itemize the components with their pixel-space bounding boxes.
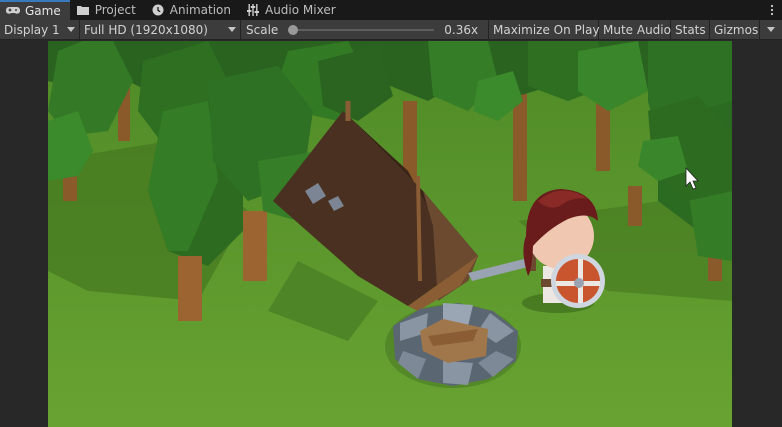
gizmos-toggle[interactable]: Gizmos: [710, 20, 760, 39]
game-scene-image: [48, 41, 732, 427]
gizmos-label: Gizmos: [714, 22, 759, 37]
tab-animation[interactable]: Animation: [145, 0, 240, 20]
scale-slider[interactable]: [288, 24, 435, 36]
tab-audio-mixer-label: Audio Mixer: [264, 3, 336, 17]
stats-label: Stats: [675, 22, 706, 37]
scale-control: Scale 0.36x: [241, 20, 489, 39]
scale-slider-thumb[interactable]: [288, 24, 299, 35]
tab-audio-mixer[interactable]: Audio Mixer: [240, 0, 345, 20]
chevron-down-icon: [228, 27, 236, 32]
resolution-dropdown[interactable]: Full HD (1920x1080): [80, 20, 241, 39]
resolution-dropdown-value: Full HD (1920x1080): [84, 22, 208, 37]
chevron-down-icon: [766, 27, 775, 32]
game-render[interactable]: [48, 41, 732, 427]
sliders-icon: [246, 3, 260, 17]
tab-project-label: Project: [94, 3, 136, 17]
game-view-toolbar: Display 1 Full HD (1920x1080) Scale 0.36…: [0, 20, 782, 40]
game-viewport[interactable]: [0, 41, 782, 427]
scale-value: 0.36x: [444, 22, 479, 37]
gamepad-icon: [6, 4, 20, 18]
mute-audio-toggle[interactable]: Mute Audio: [599, 20, 671, 39]
clock-icon: [151, 3, 165, 17]
tab-game-label: Game: [25, 4, 61, 18]
maximize-on-play-toggle[interactable]: Maximize On Play: [489, 20, 600, 39]
chevron-down-icon: [67, 27, 75, 32]
maximize-on-play-label: Maximize On Play: [493, 22, 600, 37]
editor-tab-bar: Game Project Animation Audio Mixer: [0, 0, 782, 20]
scale-slider-track: [288, 28, 435, 31]
mute-audio-label: Mute Audio: [603, 22, 671, 37]
kebab-menu-icon[interactable]: [762, 0, 782, 20]
scale-label: Scale: [246, 22, 279, 37]
tab-project[interactable]: Project: [70, 0, 145, 20]
display-dropdown-value: Display 1: [4, 22, 60, 37]
gizmos-dropdown[interactable]: [760, 20, 781, 39]
tab-animation-label: Animation: [169, 3, 231, 17]
stats-toggle[interactable]: Stats: [671, 20, 710, 39]
tab-game[interactable]: Game: [0, 0, 70, 20]
folder-icon: [76, 3, 90, 17]
display-dropdown[interactable]: Display 1: [0, 20, 80, 39]
